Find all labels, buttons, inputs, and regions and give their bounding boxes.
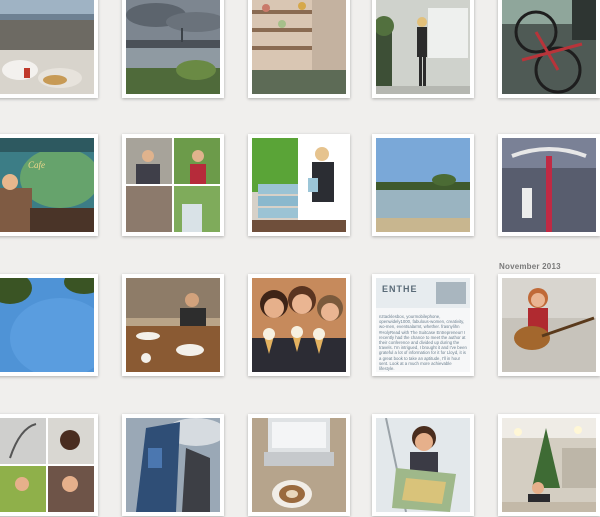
photo-grid: Cafe ENTHE nztacklesbox, yourmobilephone…: [0, 0, 600, 517]
city-skyline-photo[interactable]: [122, 0, 224, 98]
presenter-whiteboard-photo[interactable]: [372, 0, 474, 98]
tall-building-photo[interactable]: [122, 414, 224, 516]
cafe-table-man-photo[interactable]: [122, 274, 224, 376]
event-collage-photo[interactable]: [122, 134, 224, 236]
bicycle-handlebar-photo[interactable]: [498, 134, 600, 236]
cafe-interior-photo[interactable]: [248, 0, 350, 98]
bicycle-in-van-photo[interactable]: [498, 0, 600, 98]
laptop-coffee-photo[interactable]: [248, 414, 350, 516]
lake-shore-photo[interactable]: [372, 134, 474, 236]
christmas-tree-mall-photo[interactable]: [498, 414, 600, 516]
beach-picnic-photo[interactable]: [0, 0, 98, 98]
blue-sky-trees-photo[interactable]: [0, 274, 98, 376]
ice-cream-friends-photo[interactable]: [248, 274, 350, 376]
magazine-heading: ENTHE: [382, 284, 418, 294]
book-stack-photo[interactable]: [248, 134, 350, 236]
magazine-page-photo[interactable]: ENTHE nztacklesbox, yourmobilephone, ope…: [372, 274, 474, 376]
guitar-player-photo[interactable]: [498, 274, 600, 376]
cafe-mural-photo[interactable]: Cafe: [0, 134, 98, 236]
section-date-label: November 2013: [499, 262, 561, 271]
photo-caption-text: nztacklesbox, yourmobilephone, openwidel…: [379, 314, 467, 372]
fern-collage-photo[interactable]: [0, 414, 98, 516]
woman-with-map-photo[interactable]: [372, 414, 474, 516]
svg-text:Cafe: Cafe: [28, 160, 45, 170]
